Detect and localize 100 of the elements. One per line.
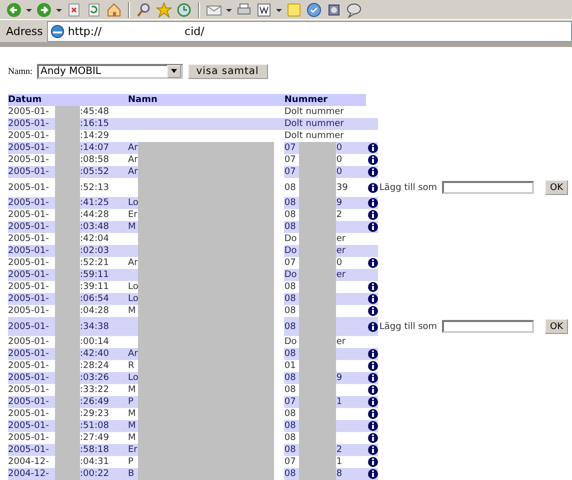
info-icon[interactable] <box>368 182 378 192</box>
name-cell: M <box>128 385 136 395</box>
time-cell: :00:22 <box>80 468 128 480</box>
date-cell: 2005-01- <box>8 384 55 396</box>
show-calls-button[interactable]: visa samtal <box>188 64 268 78</box>
number-cell: 08 <box>284 409 296 419</box>
number-cell: 07 <box>284 143 296 153</box>
redaction-block <box>55 106 80 118</box>
info-icon[interactable] <box>368 349 378 359</box>
date-cell: 2005-01- <box>8 269 55 281</box>
date-cell: 2005-01- <box>8 432 55 444</box>
number-cell: 08 <box>284 210 296 220</box>
info-icon[interactable] <box>368 469 378 479</box>
date-cell: 2005-01- <box>8 154 55 166</box>
info-icon[interactable] <box>368 282 378 292</box>
time-cell: :04:28 <box>80 305 128 317</box>
globe-icon[interactable] <box>306 2 322 18</box>
tools-icon[interactable] <box>326 2 342 18</box>
name-cell: M <box>128 222 136 232</box>
info-icon[interactable] <box>368 143 378 153</box>
caret-icon[interactable] <box>170 69 176 73</box>
time-cell: :52:21 <box>80 257 128 269</box>
info-icon[interactable] <box>368 421 378 431</box>
contact-name-field[interactable] <box>442 320 534 333</box>
number-cell: 1 <box>336 457 342 467</box>
home-icon[interactable] <box>106 2 122 18</box>
stop-icon[interactable] <box>66 2 82 18</box>
info-icon[interactable] <box>368 198 378 208</box>
number-cell: 0 <box>336 167 342 177</box>
name-cell: Lo <box>128 282 138 292</box>
date-cell: 2005-01- <box>8 221 55 233</box>
number-cell: Do <box>284 246 297 256</box>
info-icon[interactable] <box>368 409 378 419</box>
number-cell: 9 <box>336 198 342 208</box>
time-cell: :02:03 <box>80 245 128 257</box>
name-cell: Ar <box>128 155 138 165</box>
time-cell: :41:25 <box>80 197 128 209</box>
name-select[interactable]: Andy MOBIL <box>36 64 182 78</box>
number-cell: Dolt nummer <box>284 107 344 117</box>
info-icon[interactable] <box>368 397 378 407</box>
name-cell: Ar <box>128 143 138 153</box>
name-cell: P <box>128 397 134 407</box>
info-icon[interactable] <box>368 373 378 383</box>
info-icon[interactable] <box>368 294 378 304</box>
edit-icon[interactable] <box>256 2 272 18</box>
info-icon[interactable] <box>368 361 378 371</box>
info-icon[interactable] <box>368 433 378 443</box>
number-cell: 9 <box>336 373 342 383</box>
number-cell: 07 <box>284 155 296 165</box>
refresh-icon[interactable] <box>86 2 102 18</box>
column-header: Datum <box>8 94 128 106</box>
time-cell: :29:23 <box>80 408 128 420</box>
date-cell: 2005-01- <box>8 130 55 142</box>
ok-button[interactable]: OK <box>545 319 568 334</box>
search-icon[interactable] <box>136 2 152 18</box>
info-icon[interactable] <box>368 167 378 177</box>
info-icon[interactable] <box>368 445 378 455</box>
number-cell: Do <box>284 234 297 244</box>
number-cell: 08 <box>284 421 296 431</box>
add-as-label: Lägg till som <box>379 322 438 332</box>
time-cell: :39:11 <box>80 281 128 293</box>
star-icon[interactable] <box>156 2 172 18</box>
date-cell: 2005-01- <box>8 372 55 384</box>
number-cell: 08 <box>284 306 296 316</box>
date-cell: 2005-01- <box>8 317 55 336</box>
chat-icon[interactable] <box>346 2 362 18</box>
number-cell: 39 <box>336 182 348 192</box>
date-cell: 2005-01- <box>8 420 55 432</box>
number-cell: 07 <box>284 397 296 407</box>
date-cell: 2005-01- <box>8 197 55 209</box>
info-icon[interactable] <box>368 155 378 165</box>
info-icon[interactable] <box>368 322 378 332</box>
contact-name-field[interactable] <box>442 181 534 194</box>
info-icon[interactable] <box>368 385 378 395</box>
date-cell: 2005-01- <box>8 281 55 293</box>
info-icon[interactable] <box>368 306 378 316</box>
time-cell: :00:14 <box>80 336 128 348</box>
history-icon[interactable] <box>176 2 192 18</box>
info-icon[interactable] <box>368 210 378 220</box>
info-icon[interactable] <box>368 457 378 467</box>
info-icon[interactable] <box>368 258 378 268</box>
number-cell: 08 <box>284 222 296 232</box>
date-cell: 2005-01- <box>8 336 55 348</box>
number-cell: Dolt nummer <box>284 119 344 129</box>
address-field[interactable]: http:// cid/ <box>46 20 572 42</box>
ok-button[interactable]: OK <box>545 180 568 195</box>
date-cell: 2004-12- <box>8 456 55 468</box>
name-cell: P <box>128 457 134 467</box>
number-cell: 2 <box>336 210 342 220</box>
number-cell: 08 <box>284 294 296 304</box>
name-cell: R <box>128 361 134 371</box>
print-icon[interactable] <box>236 2 252 18</box>
time-cell: :59:11 <box>80 269 128 281</box>
time-cell: :26:49 <box>80 396 128 408</box>
number-cell: 07 <box>284 167 296 177</box>
number-cell: 1 <box>336 397 342 407</box>
number-cell: er <box>336 246 346 256</box>
name-cell: M <box>128 433 136 443</box>
date-cell: 2005-01- <box>8 396 55 408</box>
info-icon[interactable] <box>368 222 378 232</box>
